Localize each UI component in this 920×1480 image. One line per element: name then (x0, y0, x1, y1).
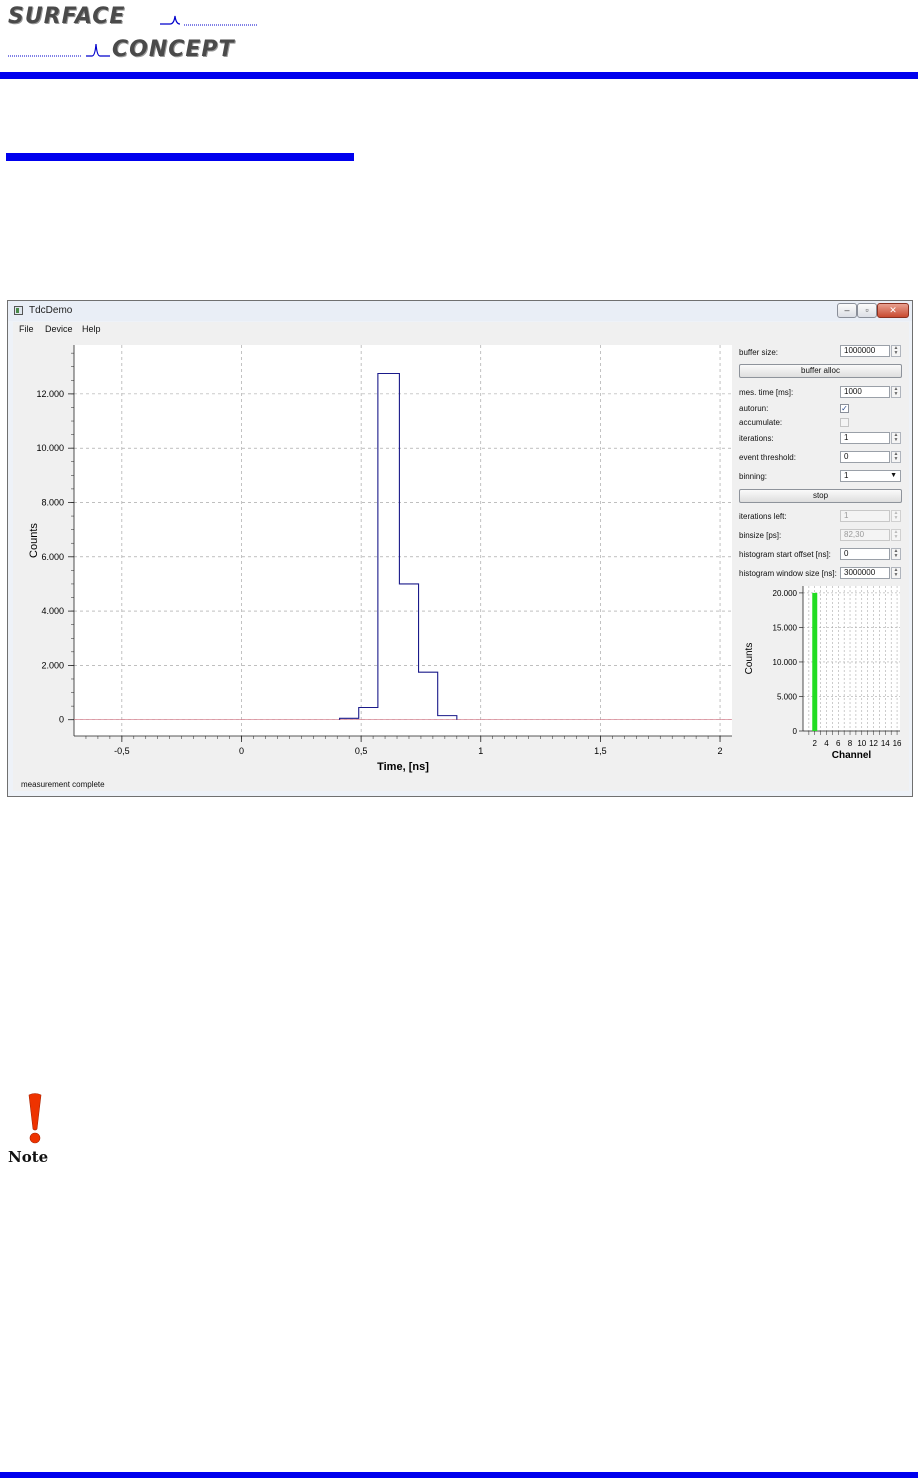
title-bar: TdcDemo ‒ ▫ ✕ (8, 301, 912, 321)
app-window: TdcDemo ‒ ▫ ✕ File Device Help -0,5 0 0,5 1… (7, 300, 913, 797)
buffer-size-label: buffer size: (739, 348, 778, 357)
x-tick-label: 4 (824, 739, 829, 748)
x-tick-label: 0,5 (355, 746, 368, 756)
accumulate-checkbox[interactable] (840, 418, 849, 427)
binsize-label: binsize [ps]: (739, 531, 782, 540)
event-threshold-label: event threshold: (739, 453, 796, 462)
histogram-window-size-label: histogram window size [ns]: (739, 569, 837, 578)
iterations-spinner[interactable]: ▲ ▼ (891, 432, 901, 444)
event-threshold-spinner[interactable]: ▲ ▼ (891, 451, 901, 463)
iterations-left-label: iterations left: (739, 512, 787, 521)
x-tick-label: 12 (869, 739, 878, 748)
histogram-window-size-input[interactable]: 3000000 (840, 567, 890, 579)
y-tick-label: 0 (793, 727, 798, 736)
time-histogram-chart: -0,5 0 0,5 1 1,5 2 0 2.000 4.000 6.000 8.000 10.000… (28, 345, 732, 773)
dropdown-arrow-icon: ▼ (890, 472, 897, 479)
x-tick-label: 1 (478, 746, 483, 756)
x-tick-label: 2 (718, 746, 723, 756)
x-tick-label: 16 (893, 739, 902, 748)
event-threshold-input[interactable]: 0 (840, 451, 890, 463)
menu-device[interactable]: Device (45, 324, 73, 334)
y-tick-label: 5.000 (777, 692, 798, 701)
y-tick-label: 20.000 (773, 589, 798, 598)
x-axis-title: Channel (832, 750, 872, 761)
x-axis-title: Time, [ns] (377, 761, 429, 773)
minimize-button[interactable]: ‒ (837, 303, 857, 318)
logo-peak-graphic-2 (8, 43, 110, 57)
logo-line-1: SURFACE (8, 4, 126, 29)
stop-button[interactable]: stop (739, 489, 902, 503)
x-tick-label: 0 (239, 746, 244, 756)
y-tick-label: 4.000 (41, 606, 64, 616)
app-icon (14, 306, 23, 315)
binsize-field: 82,30 (840, 529, 890, 541)
buffer-alloc-button[interactable]: buffer alloc (739, 364, 902, 378)
mes-time-input[interactable]: 1000 (840, 386, 890, 398)
histogram-start-offset-label: histogram start offset [ns]: (739, 550, 831, 559)
logo-peak-graphic-1 (160, 15, 258, 26)
logo-line-2: CONCEPT (112, 37, 235, 62)
binsize-spinner: ▲ ▼ (891, 529, 901, 541)
autorun-checkbox[interactable]: ✓ (840, 404, 849, 413)
window-title: TdcDemo (29, 305, 73, 316)
y-tick-label: 6.000 (41, 552, 64, 562)
note-label: Note (8, 1148, 49, 1166)
iterations-left-spinner: ▲ ▼ (891, 510, 901, 522)
buffer-size-spinner[interactable]: ▲ ▼ (891, 345, 901, 357)
iterations-label: iterations: (739, 434, 774, 443)
y-axis-title: Counts (28, 523, 40, 558)
x-tick-label: 10 (857, 739, 866, 748)
controls-panel: buffer size: 1000000 ▲ ▼ buffer alloc mes… (736, 336, 909, 586)
y-tick-label: 10.000 (36, 443, 64, 453)
menu-file[interactable]: File (19, 324, 34, 334)
histogram-start-offset-input[interactable]: 0 (840, 548, 890, 560)
x-tick-label: 6 (836, 739, 841, 748)
y-tick-label: 0 (59, 715, 64, 725)
menu-help[interactable]: Help (82, 324, 101, 334)
x-tick-label: 1,5 (594, 746, 607, 756)
menu-bar: File Device Help (13, 322, 909, 336)
header-rule (0, 72, 918, 79)
x-tick-label: 8 (848, 739, 853, 748)
x-tick-label: -0,5 (114, 746, 130, 756)
binning-label: binning: (739, 472, 768, 481)
histogram-window-size-spinner[interactable]: ▲ ▼ (891, 567, 901, 579)
mes-time-spinner[interactable]: ▲ ▼ (891, 386, 901, 398)
y-tick-label: 12.000 (36, 389, 64, 399)
y-axis-title: Counts (744, 643, 755, 675)
footer-rule (0, 1472, 918, 1478)
binning-select[interactable]: 1 ▼ (840, 470, 901, 482)
client-area: -0,5 0 0,5 1 1,5 2 0 2.000 4.000 6.000 8.000 10.000… (13, 336, 909, 791)
close-button[interactable]: ✕ (877, 303, 909, 318)
autorun-label: autorun: (739, 404, 769, 413)
accumulate-label: accumulate: (739, 418, 783, 427)
buffer-size-input[interactable]: 1000000 (840, 345, 890, 357)
x-tick-label: 2 (813, 739, 818, 748)
y-tick-label: 8.000 (41, 497, 64, 507)
iterations-left-field: 1 (840, 510, 890, 522)
channel-histogram-chart: 0 5.000 10.000 15.000 20.000 2 4 6 8 10 12 14 16 Chan… (744, 586, 902, 761)
y-tick-label: 15.000 (773, 623, 798, 632)
status-bar-text: measurement complete (21, 780, 105, 789)
histogram-start-offset-spinner[interactable]: ▲ ▼ (891, 548, 901, 560)
histogram-series-line (339, 372, 458, 720)
maximize-button[interactable]: ▫ (857, 303, 877, 318)
y-tick-label: 2.000 (41, 660, 64, 670)
y-tick-label: 10.000 (773, 658, 798, 667)
section-rule (6, 153, 354, 161)
x-tick-label: 14 (881, 739, 890, 748)
binning-value: 1 (844, 471, 849, 480)
channel-bar (812, 592, 818, 731)
note-exclamation-icon (28, 1093, 42, 1144)
iterations-input[interactable]: 1 (840, 432, 890, 444)
mes-time-label: mes. time [ms]: (739, 388, 794, 397)
